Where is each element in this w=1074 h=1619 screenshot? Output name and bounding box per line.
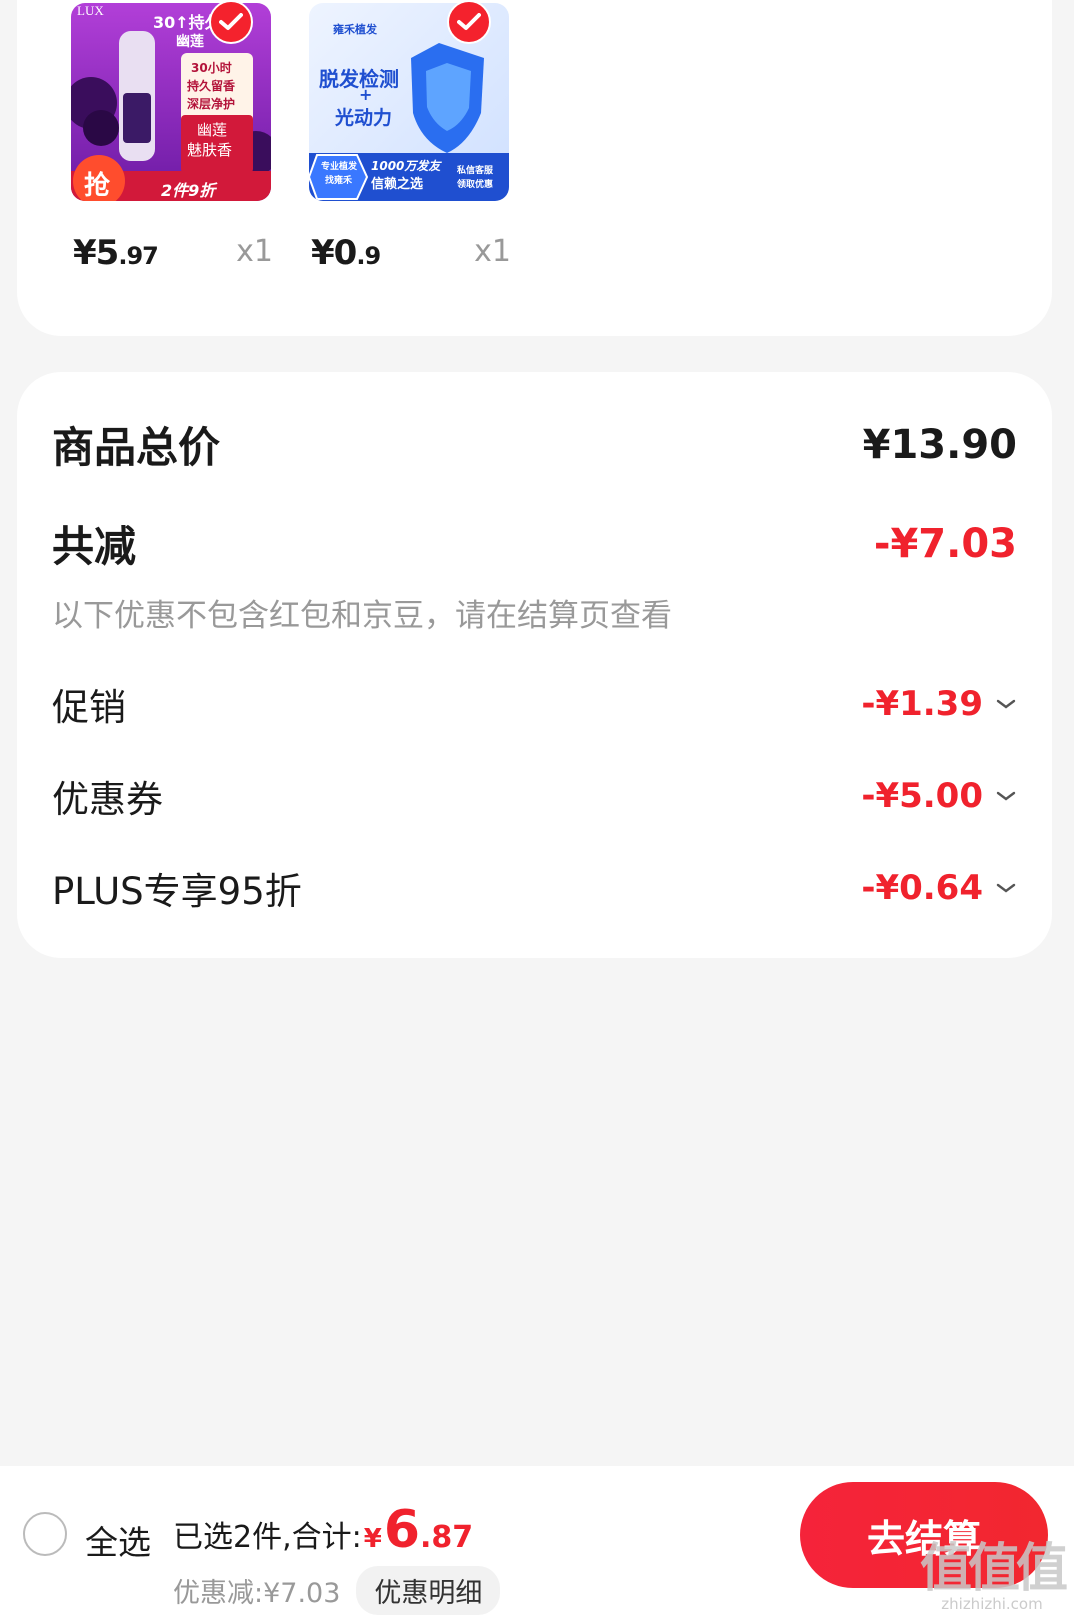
watermark: 值值值 zhizhizhi.com — [919, 1539, 1068, 1613]
feature-label: 幽莲 — [197, 121, 228, 139]
checkout-bar: 全选 已选2件,合计: ¥ 6 .87 优惠减:¥7.03 优惠明细 去结算 值… — [0, 1466, 1074, 1619]
product-qty: x1 — [236, 234, 273, 269]
discount-note: 以下优惠不包含红包和京豆，请在结算页查看 — [52, 598, 672, 634]
discount-detail-button[interactable]: 优惠明细 — [356, 1566, 501, 1615]
discount-row-promo[interactable]: 促销 -¥1.39 — [52, 677, 1017, 731]
price-summary-card: 商品总价 ¥13.90 共减 -¥7.03 以下优惠不包含红包和京豆，请在结算页… — [17, 372, 1052, 958]
chevron-down-icon[interactable] — [995, 789, 1017, 803]
total-amount-int: 6 — [383, 1500, 421, 1560]
price-int: ¥0 — [311, 233, 357, 273]
price-dec: .9 — [356, 242, 381, 270]
discount-label: 优惠券 — [52, 778, 163, 821]
plus-label: + — [359, 85, 373, 104]
bottom-label: 找雍禾 — [325, 176, 353, 186]
select-all-radio[interactable] — [23, 1512, 67, 1556]
selected-summary: 已选2件,合计: ¥ 6 .87 — [173, 1504, 473, 1556]
total-price-value: ¥13.90 — [862, 421, 1017, 468]
total-price-label: 商品总价 — [52, 423, 221, 472]
chevron-down-icon[interactable] — [995, 697, 1017, 711]
headline-label: 光动力 — [335, 107, 393, 129]
discount-row-coupon[interactable]: 优惠券 -¥5.00 — [52, 769, 1017, 823]
discount-summary: 优惠减:¥7.03 优惠明细 — [173, 1566, 501, 1615]
checked-icon[interactable] — [209, 0, 253, 44]
bottom-label: 私信客服 — [457, 166, 494, 176]
brand-label: LUX — [77, 3, 104, 18]
discount-value: -¥5.00 — [861, 776, 983, 816]
promo-tag: 抢 — [84, 171, 111, 201]
total-reduce-row: 共减 -¥7.03 — [52, 513, 1017, 574]
selected-count-label: 已选2件,合计: — [173, 1520, 362, 1555]
bottom-label: 领取优惠 — [457, 180, 494, 190]
sub-label: 幽莲 — [176, 34, 204, 50]
watermark-logo: 值值值 — [919, 1539, 1068, 1599]
total-amount-dec: .87 — [420, 1520, 474, 1555]
product-price: ¥5.97 — [73, 233, 159, 273]
total-price-row: 商品总价 ¥13.90 — [52, 414, 1017, 475]
promo-text: 2件9折 — [161, 181, 216, 200]
brand-label: 雍禾植发 — [333, 23, 377, 36]
price-dec: .97 — [118, 242, 159, 270]
checked-icon[interactable] — [447, 0, 491, 44]
product-price: ¥0.9 — [311, 233, 381, 273]
product-qty: x1 — [474, 234, 511, 269]
discount-value: -¥1.39 — [861, 684, 983, 724]
bottom-label: 1000万发友 — [371, 159, 441, 173]
total-reduce-label: 共减 — [52, 522, 137, 571]
price-int: ¥5 — [73, 233, 119, 273]
watermark-url: zhizhizhi.com — [941, 1595, 1043, 1613]
feature-label: 魅肤香 — [187, 141, 233, 159]
discount-label: 促销 — [52, 686, 126, 729]
chevron-down-icon[interactable] — [995, 881, 1017, 895]
bottom-label: 专业植发 — [321, 162, 358, 172]
bottom-label: 信赖之选 — [371, 177, 424, 192]
select-all-label[interactable]: 全选 — [85, 1516, 151, 1564]
total-currency: ¥ — [363, 1524, 382, 1554]
total-reduce-value: -¥7.03 — [873, 520, 1017, 567]
product-card: LUX 30↑持久留香 幽莲 30小时 持久留香 深层净护 幽莲 魅肤香 抢 2… — [17, 0, 1052, 336]
discount-amount-text: 优惠减:¥7.03 — [173, 1578, 341, 1609]
badge-label: 持久留香 — [187, 79, 236, 93]
discount-value: -¥0.64 — [861, 868, 983, 908]
discount-label: PLUS专享95折 — [52, 870, 302, 913]
badge-label: 深层净护 — [187, 97, 236, 111]
discount-row-plus[interactable]: PLUS专享95折 -¥0.64 — [52, 861, 1017, 915]
badge-label: 30小时 — [191, 61, 232, 75]
